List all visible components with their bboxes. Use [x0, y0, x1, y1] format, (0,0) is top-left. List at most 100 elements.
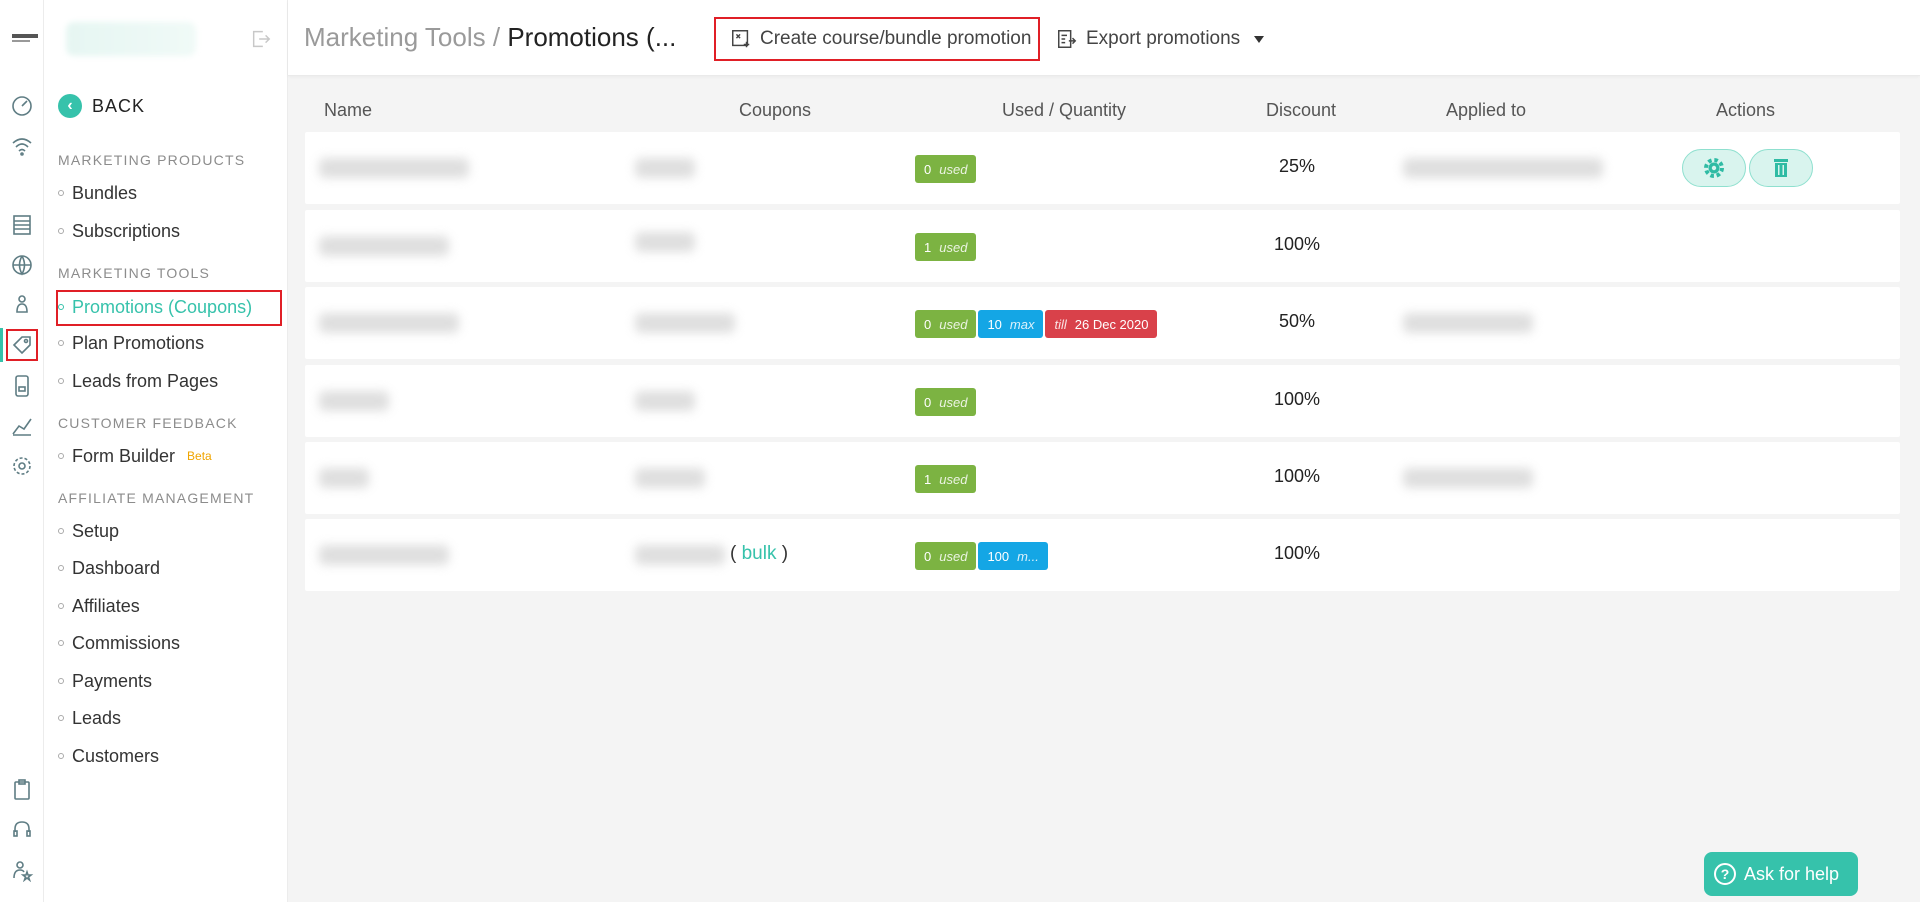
sidebar-item-promotions[interactable]: Promotions (Coupons) — [58, 292, 252, 322]
clipboard-icon[interactable] — [8, 776, 36, 804]
table-header: Name Coupons Used / Quantity Discount Ap… — [305, 96, 1900, 126]
sidebar-item-form-builder[interactable]: Form Builder Beta — [58, 441, 212, 471]
marketing-sidebar: ‹ BACK MARKETING PRODUCTS Bundles Subscr… — [44, 0, 288, 902]
section-affiliate-management: AFFILIATE MANAGEMENT — [58, 490, 255, 506]
school-name-blurred — [66, 22, 196, 56]
delete-button[interactable] — [1749, 149, 1813, 187]
breadcrumb-separator: / — [492, 22, 501, 52]
content-list-icon[interactable] — [8, 211, 36, 239]
sidebar-item-setup[interactable]: Setup — [58, 516, 119, 546]
used-badge: 1 used — [915, 465, 977, 493]
discount-value: 100% — [1273, 389, 1321, 409]
create-promotion-button[interactable]: Create course/bundle promotion — [714, 17, 1040, 61]
sidebar-item-bundles[interactable]: Bundles — [58, 178, 137, 208]
table-row[interactable]: 0 used 100% — [305, 365, 1900, 437]
sidebar-item-payments[interactable]: Payments — [58, 666, 152, 696]
export-promotions-button[interactable]: Export promotions — [1056, 19, 1265, 59]
table-row[interactable]: 1 used 100% — [305, 210, 1900, 282]
ask-for-help-button[interactable]: ? Ask for help — [1704, 852, 1858, 896]
caret-down-icon — [1254, 35, 1265, 43]
table-row[interactable]: 1 used 100% — [305, 442, 1900, 514]
promotion-name-blurred — [319, 313, 459, 333]
analytics-chart-icon[interactable] — [8, 412, 36, 440]
sidebar-item-plan-promotions[interactable]: Plan Promotions — [58, 328, 204, 358]
section-customer-feedback: CUSTOMER FEEDBACK — [58, 415, 238, 431]
ask-for-help-label: Ask for help — [1744, 863, 1840, 884]
chevron-left-icon: ‹ — [58, 94, 82, 118]
back-label: BACK — [92, 95, 146, 116]
column-used-quantity[interactable]: Used / Quantity — [1002, 100, 1126, 121]
discount-value: 100% — [1273, 543, 1321, 563]
back-button[interactable]: ‹ BACK — [58, 94, 145, 118]
active-indicator — [0, 328, 3, 362]
coupon-code-blurred — [635, 313, 735, 333]
promotion-name-blurred — [319, 158, 469, 178]
settings-gear-icon[interactable] — [8, 452, 36, 480]
marketing-tag-icon[interactable] — [6, 329, 38, 361]
applied-to-blurred — [1403, 313, 1533, 333]
discount-value: 100% — [1273, 234, 1321, 254]
page-title: Promotions (... — [507, 22, 677, 52]
max-badge: 10 max — [978, 310, 1044, 338]
section-marketing-tools: MARKETING TOOLS — [58, 265, 211, 281]
max-badge: 100 m... — [978, 542, 1048, 570]
create-promotion-label: Create course/bundle promotion — [760, 28, 1032, 49]
discount-value: 25% — [1278, 156, 1316, 176]
column-applied-to[interactable]: Applied to — [1446, 100, 1526, 121]
add-promotion-icon — [732, 30, 750, 48]
sidebar-item-affiliates[interactable]: Affiliates — [58, 591, 140, 621]
usage-badges: 0 used — [915, 388, 977, 416]
discount-value: 50% — [1278, 311, 1316, 331]
table-row[interactable]: ( bulk ) 0 used 100 m... 100% — [305, 519, 1900, 591]
column-coupons[interactable]: Coupons — [739, 100, 811, 121]
sidebar-item-subscriptions[interactable]: Subscriptions — [58, 216, 180, 246]
usage-badges: 0 used 100 m... — [915, 542, 1048, 570]
promotion-name-blurred — [319, 236, 449, 256]
usage-badges: 1 used — [915, 233, 977, 261]
settings-button[interactable] — [1682, 149, 1746, 187]
mobile-icon[interactable] — [8, 372, 36, 400]
usage-badges: 1 used — [915, 465, 977, 493]
used-badge: 0 used — [915, 155, 977, 183]
used-badge: 1 used — [915, 233, 977, 261]
sidebar-item-leads-from-pages[interactable]: Leads from Pages — [58, 366, 218, 396]
export-promotions-label: Export promotions — [1086, 28, 1241, 49]
dashboard-gauge-icon[interactable] — [8, 92, 36, 120]
brand-logo — [10, 28, 40, 48]
promotion-name-blurred — [319, 545, 449, 565]
user-star-icon[interactable] — [8, 856, 36, 884]
usage-badges: 0 used 10 max till 26 Dec 2020 — [915, 310, 1158, 338]
sidebar-item-customers[interactable]: Customers — [58, 741, 159, 771]
breadcrumb: Marketing Tools / Promotions (... — [304, 22, 676, 53]
used-badge: 0 used — [915, 310, 977, 338]
exit-icon[interactable] — [250, 28, 272, 50]
promotion-name-blurred — [319, 468, 369, 488]
icon-rail — [0, 0, 44, 902]
used-badge: 0 used — [915, 388, 977, 416]
table-row[interactable]: 0 used 25% — [305, 132, 1900, 204]
sidebar-item-commissions[interactable]: Commissions — [58, 628, 180, 658]
column-name[interactable]: Name — [324, 100, 372, 121]
usage-badges: 0 used — [915, 155, 977, 183]
column-actions: Actions — [1716, 100, 1776, 120]
trash-icon — [1774, 159, 1788, 177]
users-icon[interactable] — [8, 290, 36, 318]
headset-support-icon[interactable] — [8, 816, 36, 844]
bulk-indicator: ( bulk ) — [730, 543, 789, 564]
globe-icon[interactable] — [8, 251, 36, 279]
breadcrumb-parent[interactable]: Marketing Tools — [304, 22, 486, 52]
bulk-link[interactable]: bulk — [742, 543, 777, 564]
table-row[interactable]: 0 used 10 max till 26 Dec 2020 50% — [305, 287, 1900, 359]
wifi-icon[interactable] — [8, 132, 36, 160]
discount-value: 100% — [1273, 466, 1321, 486]
column-discount[interactable]: Discount — [1266, 100, 1336, 121]
gear-icon — [1704, 158, 1724, 178]
sidebar-item-dashboard[interactable]: Dashboard — [58, 553, 160, 583]
sidebar-header — [44, 0, 288, 76]
sidebar-item-leads[interactable]: Leads — [58, 703, 121, 733]
beta-badge: Beta — [187, 449, 212, 463]
top-bar: Marketing Tools / Promotions (... Create… — [288, 0, 1920, 76]
used-badge: 0 used — [915, 542, 977, 570]
applied-to-blurred — [1403, 468, 1533, 488]
coupon-code-blurred — [635, 391, 695, 411]
